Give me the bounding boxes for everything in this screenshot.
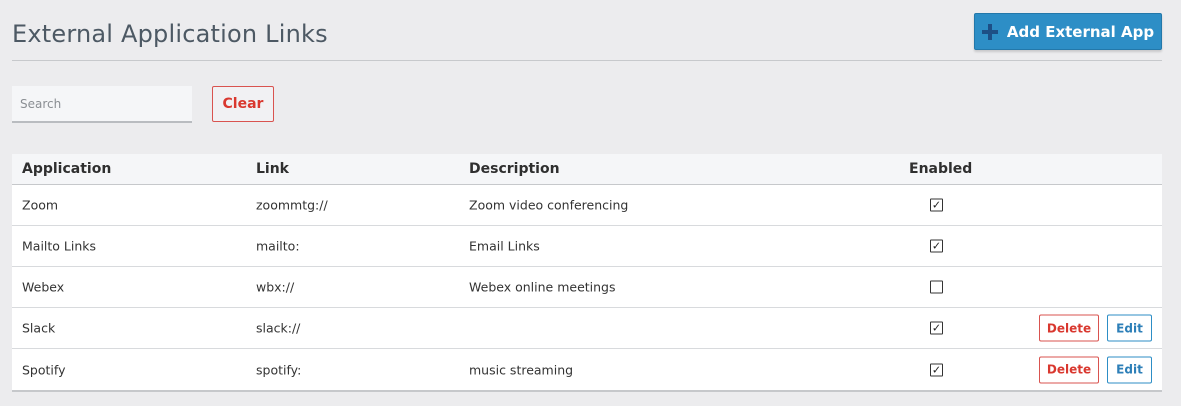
- application-name: Zoom: [22, 197, 59, 213]
- title-divider: [12, 60, 1162, 61]
- table-row: Zoom zoommtg:// Zoom video conferencing ✓: [12, 185, 1162, 226]
- clear-button[interactable]: Clear: [212, 86, 274, 122]
- application-description: Zoom video conferencing: [469, 197, 629, 213]
- table-row: Webex wbx:// Webex online meetings: [12, 267, 1162, 308]
- add-external-app-label: Add External App: [1006, 22, 1155, 41]
- application-link: slack://: [256, 320, 301, 336]
- enabled-cell: ✓: [930, 198, 943, 212]
- table-row: Slack slack:// ✓ Delete Edit: [12, 308, 1162, 349]
- header-enabled[interactable]: Enabled: [909, 161, 972, 177]
- table-row: Mailto Links mailto: Email Links ✓: [12, 226, 1162, 267]
- enabled-checkbox[interactable]: ✓: [930, 363, 943, 376]
- add-external-app-button[interactable]: Add External App: [974, 13, 1162, 50]
- table-body: Zoom zoommtg://Zoom video conferencing ✓ Ma…: [12, 185, 1162, 390]
- table-row: Spotify spotify: music streaming ✓ Delete Edi…: [12, 349, 1162, 390]
- application-name: Webex: [22, 279, 65, 295]
- enabled-cell: ✓: [930, 239, 943, 253]
- enabled-checkbox[interactable]: ✓: [930, 239, 943, 253]
- external-apps-table: Application Link Description Enabled Zoo…: [12, 154, 1162, 392]
- application-description: Webex online meetings: [469, 279, 616, 295]
- edit-button[interactable]: Edit: [1107, 356, 1152, 383]
- enabled-checkbox[interactable]: ✓: [930, 321, 943, 335]
- search-input[interactable]: [12, 86, 192, 123]
- page-title: External Application Links: [12, 20, 328, 48]
- application-link: spotify:: [256, 362, 302, 377]
- enabled-cell: ✓: [930, 363, 943, 376]
- header-application[interactable]: Application: [22, 161, 111, 177]
- application-name: Mailto Links: [22, 238, 97, 254]
- plus-icon: [981, 23, 998, 40]
- application-name: Slack: [22, 320, 56, 336]
- enabled-checkbox[interactable]: ✓: [930, 198, 943, 212]
- table-header: Application Link Description Enabled: [12, 154, 1162, 185]
- delete-button[interactable]: Delete: [1039, 314, 1099, 342]
- edit-button[interactable]: Edit: [1107, 314, 1152, 342]
- application-description: music streaming: [469, 362, 574, 377]
- application-link: mailto:: [256, 238, 300, 254]
- enabled-checkbox[interactable]: [930, 280, 943, 294]
- application-link: zoommtg://: [256, 197, 328, 213]
- application-name: Spotify: [22, 362, 66, 377]
- enabled-cell: [930, 280, 943, 294]
- enabled-cell: ✓: [930, 321, 943, 335]
- header-description[interactable]: Description: [469, 161, 560, 177]
- application-link: wbx://: [256, 279, 295, 295]
- application-description: Email Links: [469, 238, 540, 254]
- header-link[interactable]: Link: [256, 161, 289, 177]
- delete-button[interactable]: Delete: [1039, 356, 1099, 383]
